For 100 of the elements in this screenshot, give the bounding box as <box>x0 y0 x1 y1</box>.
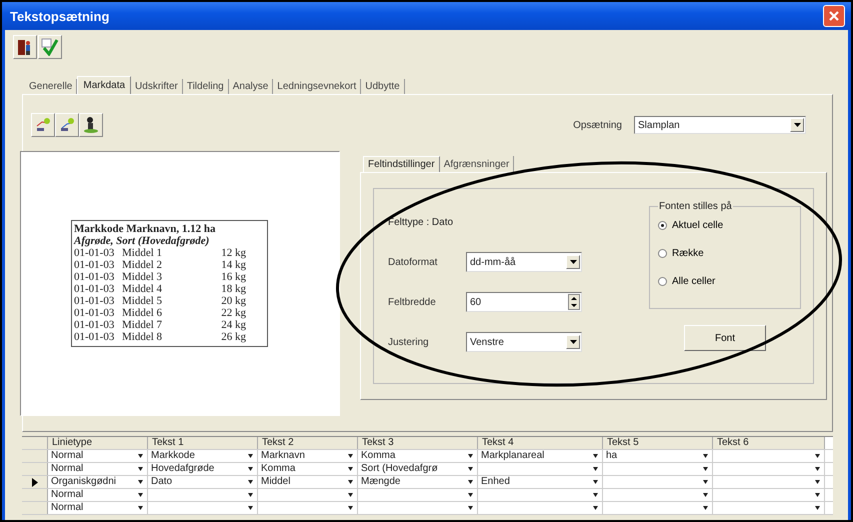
cell-text: Normal <box>51 450 84 462</box>
dropdown-arrow-icon <box>248 480 253 484</box>
preview-amount: 20 kg <box>220 295 246 307</box>
grid-cell[interactable]: Komma <box>258 463 358 475</box>
dropdown-arrow-icon <box>468 480 473 484</box>
tab[interactable]: Ledningsevnekort <box>273 79 362 94</box>
column-header: Tekst 3 <box>358 437 478 449</box>
radio-option[interactable]: Aktuel celle <box>658 220 724 231</box>
preview-subheading: Afgrøde, Sort (Hovedafgrøde) <box>74 235 210 247</box>
grid-cell[interactable]: Normal <box>48 502 148 514</box>
grid-corner <box>22 437 48 449</box>
grid-cell[interactable]: Middel <box>258 476 358 488</box>
row-header[interactable] <box>22 476 48 488</box>
dropdown-arrow-icon <box>248 493 253 497</box>
tab[interactable]: Markdata <box>77 76 132 94</box>
dropdown-arrow-icon <box>348 506 353 510</box>
close-button[interactable] <box>823 5 845 27</box>
preview-date: 01-01-03 <box>74 283 116 295</box>
radio-label: Aktuel celle <box>672 220 724 231</box>
column-header: Tekst 6 <box>713 437 825 449</box>
grid-cell[interactable]: Sort (Hovedafgrø <box>358 463 478 475</box>
tab[interactable]: Tildeling <box>182 79 229 94</box>
preview-date: 01-01-03 <box>74 259 116 271</box>
grid-cell[interactable]: Markkode <box>148 450 258 462</box>
cell-text: Normal <box>51 502 84 514</box>
tab[interactable]: Udskrifter <box>131 79 183 94</box>
preview-amount: 16 kg <box>220 271 246 283</box>
preview-date: 01-01-03 <box>74 247 116 259</box>
dropdown-arrow-icon <box>593 506 598 510</box>
radio-option[interactable]: Alle celler <box>658 276 716 287</box>
dropdown-arrow-icon <box>138 467 143 471</box>
grid-cell[interactable]: Normal <box>48 450 148 462</box>
cell-text: Dato <box>151 476 172 488</box>
preview-name: Middel 5 <box>122 295 164 307</box>
dropdown-arrow-icon <box>593 467 598 471</box>
preview-name: Middel 7 <box>122 319 164 331</box>
spin-field[interactable]: 60 <box>466 292 582 312</box>
dropdown-field[interactable]: dd-mm-åå <box>466 252 582 272</box>
dropdown-field[interactable]: Venstre <box>466 332 582 352</box>
cell-text: Markplanareal <box>481 450 544 462</box>
grid-cell[interactable]: ha <box>603 450 713 462</box>
field-label: Feltbredde <box>388 296 437 308</box>
dropdown-arrow-icon <box>703 506 708 510</box>
confirm-button[interactable] <box>38 35 62 59</box>
subtab[interactable]: Feltindstillinger <box>363 156 440 172</box>
dropdown-arrow-icon <box>593 454 598 458</box>
tab[interactable]: Udbytte <box>361 79 405 94</box>
font-button[interactable]: Font <box>684 325 766 351</box>
preview-name: Middel 6 <box>122 307 164 319</box>
figure-icon <box>82 116 100 134</box>
subtab[interactable]: Afgrænsninger <box>440 156 514 172</box>
grid-cell[interactable]: Markplanareal <box>478 450 603 462</box>
dropdown-arrow-icon <box>815 454 820 458</box>
cell-text: Markkode <box>151 450 195 462</box>
cell-text: ha <box>606 450 618 462</box>
cell-text: Marknavn <box>261 450 305 462</box>
dropdown-arrow-icon <box>138 454 143 458</box>
dropdown-arrow-icon <box>815 493 820 497</box>
grid-cell[interactable]: Normal <box>48 463 148 475</box>
column-header: Tekst 4 <box>478 437 603 449</box>
toolbar-button[interactable] <box>79 113 103 137</box>
grid-cell[interactable]: Enhed <box>478 476 603 488</box>
dropdown-arrow-icon <box>703 467 708 471</box>
checkmark-icon <box>41 38 59 56</box>
dropdown-arrow-icon <box>815 467 820 471</box>
preview-date: 01-01-03 <box>74 307 116 319</box>
column-header: Tekst 2 <box>258 437 358 449</box>
dropdown-arrow-icon <box>468 506 473 510</box>
setup-dropdown[interactable]: Slamplan <box>634 116 806 134</box>
dropdown-arrow-icon <box>593 493 598 497</box>
dropdown-arrow-icon <box>348 454 353 458</box>
grid-cell[interactable]: Organiskgødni <box>48 476 148 488</box>
grid-cell[interactable]: Hovedafgrøde <box>148 463 258 475</box>
radio-label: Række <box>672 248 704 259</box>
dropdown-arrow-icon <box>703 493 708 497</box>
exit-button[interactable] <box>13 35 37 59</box>
preview-date: 01-01-03 <box>74 331 116 343</box>
grid-cell[interactable]: Dato <box>148 476 258 488</box>
toolbar-button[interactable] <box>55 113 79 137</box>
column-header: Tekst 5 <box>603 437 713 449</box>
grid-cell[interactable]: Mængde <box>358 476 478 488</box>
radio-option[interactable]: Række <box>658 248 704 259</box>
dropdown-arrow-icon <box>593 480 598 484</box>
grid-cell[interactable]: Komma <box>358 450 478 462</box>
cell-text: Komma <box>361 450 396 462</box>
dropdown-arrow-icon <box>138 493 143 497</box>
grid-cell[interactable]: Marknavn <box>258 450 358 462</box>
dropdown-arrow-icon <box>703 454 708 458</box>
column-header: Linietype <box>48 437 148 449</box>
dropdown-arrow-icon <box>468 454 473 458</box>
toolbar-button[interactable] <box>31 113 55 137</box>
preview-date: 01-01-03 <box>74 319 116 331</box>
grid-cell[interactable]: Normal <box>48 489 148 501</box>
dropdown-arrow-icon <box>570 260 576 264</box>
dropdown-arrow-icon <box>468 493 473 497</box>
setup-label: Opsætning <box>573 120 622 130</box>
field-label: Datoformat <box>388 256 438 268</box>
preview-name: Middel 1 <box>122 247 164 259</box>
tab[interactable]: Analyse <box>228 79 274 94</box>
cell-text: Mængde <box>361 476 400 488</box>
